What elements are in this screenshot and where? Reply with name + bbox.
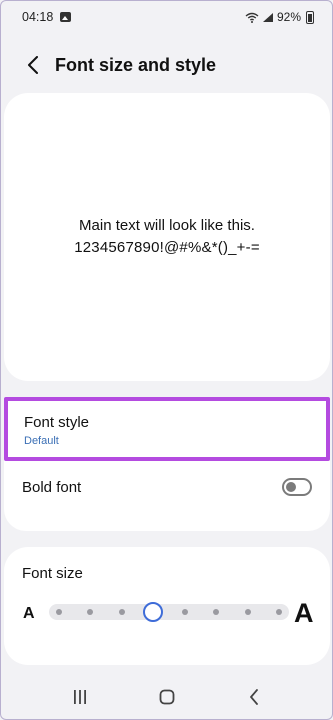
home-icon <box>159 689 174 705</box>
font-size-card: Font size A A <box>4 547 330 665</box>
large-font-indicator: A <box>294 598 314 628</box>
wifi-icon <box>245 12 259 23</box>
preview-characters-line: 1234567890!@#%&*()_+-= <box>74 239 260 256</box>
slider-step-dot <box>276 609 282 615</box>
font-style-item[interactable]: Font style Default <box>4 397 330 461</box>
font-preview-card: Main text will look like this. 123456789… <box>4 93 330 381</box>
nav-back-icon <box>249 689 258 705</box>
bold-font-toggle[interactable] <box>282 478 312 496</box>
battery-percent: 92% <box>276 10 301 24</box>
bold-font-label: Bold font <box>22 478 82 496</box>
slider-thumb[interactable] <box>143 602 164 622</box>
preview-text-line: Main text will look like this. <box>79 217 255 234</box>
settings-list: Font style Default Bold font <box>4 397 330 531</box>
signal-icon <box>262 12 274 23</box>
header: Font size and style <box>1 45 332 85</box>
status-bar: 04:18 92% <box>1 1 332 33</box>
recents-icon <box>73 690 86 704</box>
bold-font-item[interactable]: Bold font <box>4 461 330 513</box>
screen: 04:18 92% Font size and style Main text … <box>0 0 333 720</box>
battery-icon <box>306 10 314 24</box>
toggle-knob <box>286 482 296 492</box>
small-font-indicator: A <box>23 605 35 622</box>
font-size-title: Font size <box>22 565 83 582</box>
slider-step-dot <box>87 609 94 615</box>
slider-step-dot <box>244 609 251 615</box>
gallery-notification-icon <box>60 12 72 22</box>
navigation-bar <box>1 673 332 719</box>
font-style-label: Font style <box>24 414 90 431</box>
back-button[interactable] <box>13 45 53 85</box>
slider-step-dot <box>118 609 125 615</box>
nav-back-button[interactable] <box>234 677 274 717</box>
page-title: Font size and style <box>55 54 217 75</box>
slider-step-dot <box>56 609 62 615</box>
chevron-left-icon <box>28 56 38 74</box>
slider-step-dot <box>213 609 220 615</box>
status-time: 04:18 <box>22 10 54 24</box>
recents-button[interactable] <box>60 677 100 717</box>
home-button[interactable] <box>147 677 187 717</box>
slider-step-dot <box>181 609 188 615</box>
status-right: 92% <box>245 10 314 24</box>
font-size-slider[interactable] <box>49 602 289 622</box>
font-style-value: Default <box>24 435 59 447</box>
